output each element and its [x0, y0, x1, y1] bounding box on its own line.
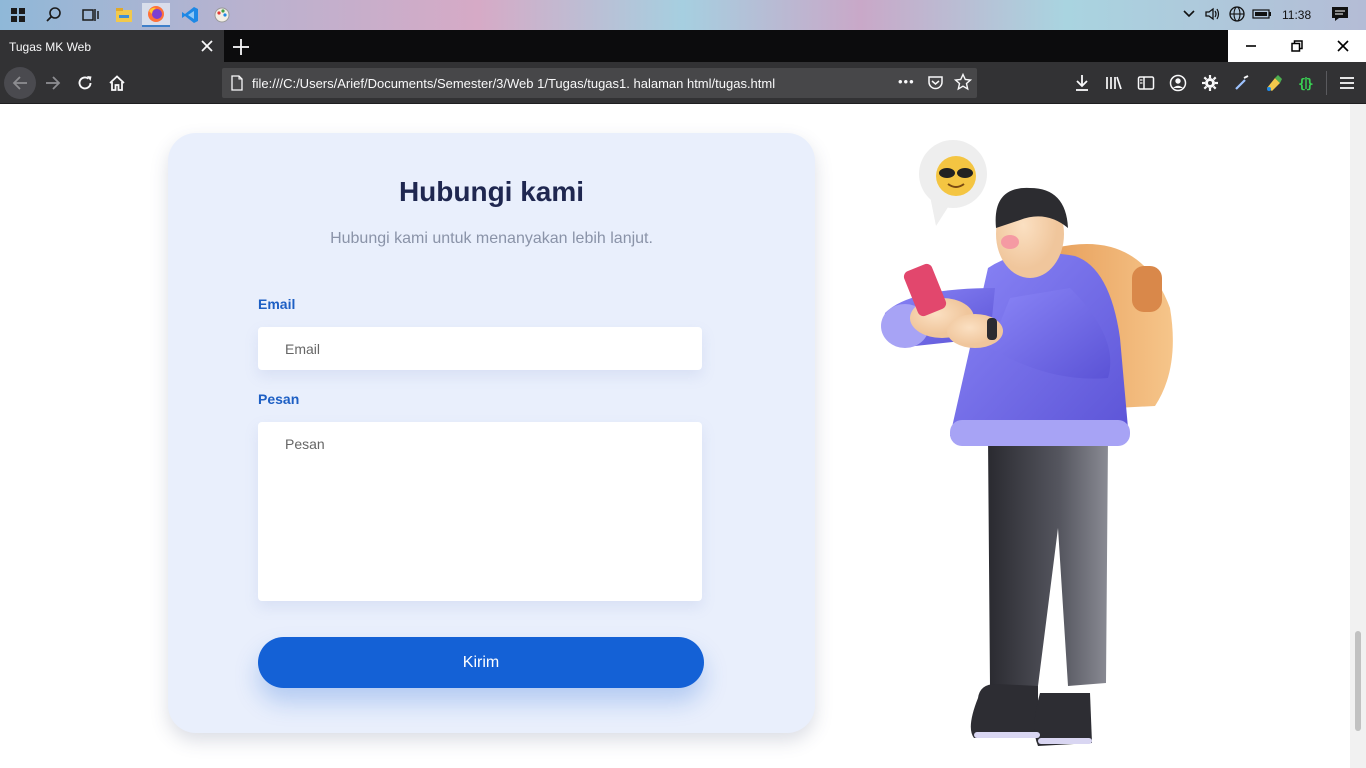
hamburger-menu-icon[interactable] [1337, 73, 1357, 93]
home-button[interactable] [101, 67, 133, 99]
sidebar-icon[interactable] [1136, 73, 1156, 93]
page-icon [230, 75, 244, 96]
gear-extension-icon[interactable] [1200, 73, 1220, 93]
message-field[interactable] [258, 422, 702, 601]
address-bar[interactable]: file:///C:/Users/Arief/Documents/Semeste… [222, 68, 977, 98]
paint-icon[interactable] [208, 3, 236, 27]
color-picker-extension-icon[interactable] [1264, 73, 1284, 93]
page-subtitle: Hubungi kami untuk menanyakan lebih lanj… [330, 230, 653, 247]
json-extension-icon[interactable]: {} [1296, 73, 1316, 93]
email-label: Email [258, 296, 296, 312]
forward-button[interactable] [37, 67, 69, 99]
clock[interactable]: 11:38 [1282, 8, 1311, 22]
browser-tab-strip: Tugas MK Web [0, 30, 1366, 62]
browser-tab[interactable]: Tugas MK Web [0, 30, 224, 62]
url-text: file:///C:/Users/Arief/Documents/Semeste… [252, 76, 776, 91]
minimize-window-button[interactable] [1228, 30, 1274, 62]
system-tray: 11:38 [1182, 0, 1355, 30]
sunglasses-emoji-icon [919, 140, 987, 226]
battery-icon[interactable] [1252, 8, 1278, 23]
email-field[interactable] [258, 327, 702, 370]
network-globe-icon[interactable] [1228, 5, 1252, 26]
scrollbar-thumb[interactable] [1355, 631, 1361, 731]
reload-button[interactable] [69, 67, 101, 99]
eyedropper-icon[interactable] [1232, 73, 1252, 93]
submit-button[interactable]: Kirim [258, 637, 704, 688]
windows-taskbar: 11:38 [0, 0, 1366, 30]
pocket-icon[interactable] [927, 74, 944, 96]
back-button[interactable] [4, 67, 36, 99]
toolbar-divider [1326, 71, 1327, 95]
new-tab-icon[interactable] [230, 36, 252, 58]
page-actions-menu-icon[interactable]: ••• [898, 74, 915, 89]
page-viewport: Hubungi kami Hubungi kami untuk menanyak… [0, 104, 1350, 768]
page-scrollbar[interactable] [1350, 104, 1366, 768]
browser-nav-bar: file:///C:/Users/Arief/Documents/Semeste… [0, 62, 1366, 104]
person-with-phone-illustration [881, 140, 1173, 746]
vscode-icon[interactable] [176, 3, 204, 27]
volume-icon[interactable] [1204, 6, 1228, 25]
start-icon[interactable] [4, 3, 32, 27]
page-title: Hubungi kami [398, 176, 585, 207]
message-label: Pesan [258, 391, 300, 407]
downloads-icon[interactable] [1072, 73, 1092, 93]
close-tab-icon[interactable] [199, 38, 215, 54]
tab-title: Tugas MK Web [9, 40, 92, 54]
bookmark-star-icon[interactable] [953, 72, 973, 96]
contact-card: Hubungi kami Hubungi kami untuk menanyak… [168, 133, 815, 733]
task-view-icon[interactable] [76, 3, 104, 27]
restore-window-button[interactable] [1274, 30, 1320, 62]
search-icon[interactable] [40, 3, 68, 27]
notification-icon[interactable] [1331, 6, 1355, 25]
library-icon[interactable] [1104, 73, 1124, 93]
chevron-up-icon[interactable] [1182, 8, 1200, 22]
close-window-button[interactable] [1320, 30, 1366, 62]
firefox-icon[interactable] [142, 3, 170, 27]
file-explorer-icon[interactable] [110, 3, 138, 27]
account-icon[interactable] [1168, 73, 1188, 93]
